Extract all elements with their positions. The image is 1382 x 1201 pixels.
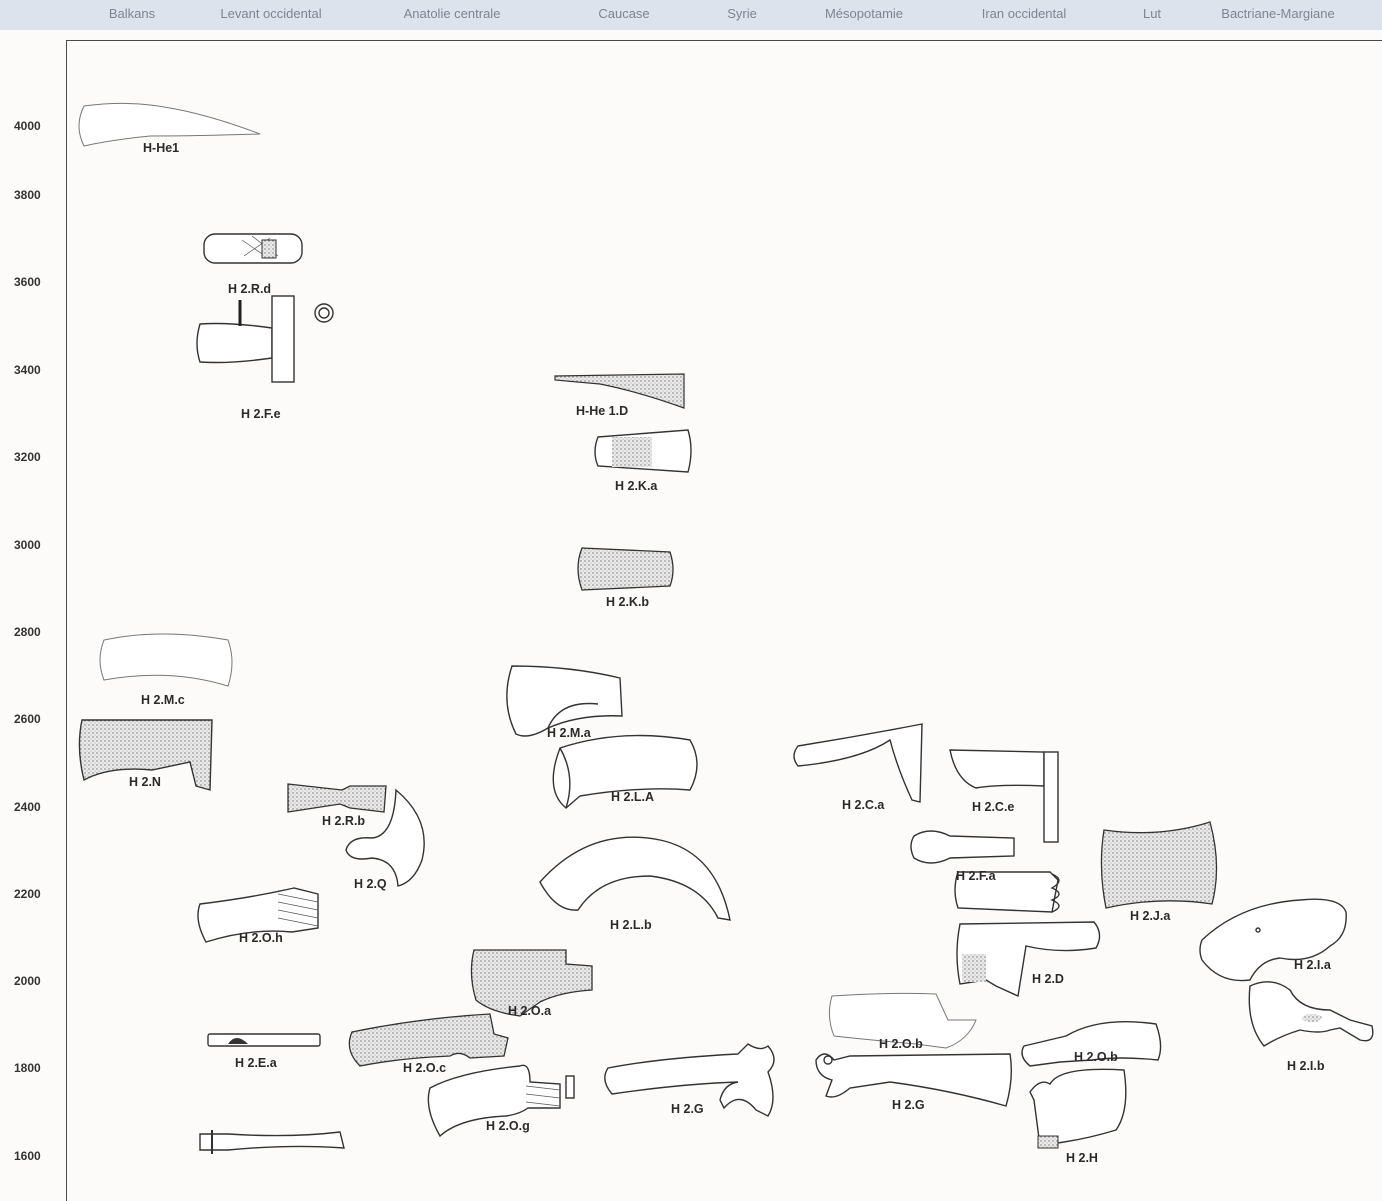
- type-label-h2og: H 2.O.g: [486, 1119, 530, 1133]
- axe-h2oc-drawing: [348, 1013, 509, 1067]
- type-label-h2ib: H 2.I.b: [1287, 1059, 1325, 1073]
- type-label-h2h: H 2.H: [1066, 1151, 1098, 1165]
- axe-h-he1d-drawing: [554, 373, 685, 409]
- axe-h2ja-drawing: [1100, 821, 1218, 909]
- axe-typology-drawing: H-He1 H 2.R.d H 2.F.e H-He 1.D H 2.K.a H…: [78, 102, 1374, 1165]
- type-label-h2rd: H 2.R.d: [228, 282, 271, 296]
- type-label-h-he1d: H-He 1.D: [576, 404, 628, 418]
- type-label-h2q: H 2.Q: [354, 877, 387, 891]
- axe-h2ce-drawing: [949, 749, 1059, 843]
- type-label-h2kb: H 2.K.b: [606, 595, 649, 609]
- axe-h2lb-drawing: [539, 836, 731, 921]
- axe-h2mc-drawing: [99, 633, 233, 687]
- axe-h2ib-drawing: [1248, 981, 1374, 1047]
- axe-h2rd-drawing: [203, 233, 303, 264]
- type-label-h2oh: H 2.O.h: [239, 931, 283, 945]
- type-label-h2ea: H 2.E.a: [235, 1056, 278, 1070]
- type-label-h2n: H 2.N: [129, 775, 161, 789]
- type-label-h2oc: H 2.O.c: [403, 1061, 446, 1075]
- type-label-h2g-mesopotamie: H 2.G: [892, 1098, 925, 1112]
- type-label-h2g-syrie: H 2.G: [671, 1102, 704, 1116]
- type-label-h2ja: H 2.J.a: [1130, 909, 1171, 923]
- type-label-h2rb: H 2.R.b: [322, 814, 365, 828]
- type-label-h2ob-iran: H 2.O.b: [1074, 1050, 1118, 1064]
- axe-h2kb-drawing: [577, 547, 674, 591]
- type-label-h2d: H 2.D: [1032, 972, 1064, 986]
- type-label-h2lb: H 2.L.b: [610, 918, 652, 932]
- type-label-h2ia: H 2.I.a: [1294, 958, 1332, 972]
- type-label-h2fe: H 2.F.e: [241, 407, 281, 421]
- axe-h2ka-drawing: [594, 429, 692, 473]
- axe-h-he1-drawing: [78, 102, 261, 147]
- axe-h2ca-drawing: [793, 723, 923, 803]
- axe-h2rb-drawing: [287, 783, 387, 813]
- type-label-h-he1: H-He1: [143, 141, 179, 155]
- type-label-h2ob-mesopotamie: H 2.O.b: [879, 1037, 923, 1051]
- type-label-h2mc: H 2.M.c: [141, 693, 185, 707]
- axe-h2ea-drawing: [207, 1033, 321, 1047]
- type-label-h2la: H 2.L.A: [611, 790, 654, 804]
- type-label-h2oa: H 2.O.a: [508, 1004, 552, 1018]
- type-label-h2ma: H 2.M.a: [547, 726, 592, 740]
- type-label-h2fa: H 2.F.a: [956, 869, 997, 883]
- type-label-h2ca: H 2.C.a: [842, 798, 885, 812]
- axe-h2d-drawing: [956, 921, 1101, 998]
- type-label-h2ce: H 2.C.e: [972, 800, 1014, 814]
- axe-unlabeled-drawing: [199, 1130, 345, 1154]
- type-label-h2ka: H 2.K.a: [615, 479, 658, 493]
- axe-h2h-drawing: [1029, 1068, 1127, 1149]
- axe-h2fe-drawing: [196, 295, 334, 383]
